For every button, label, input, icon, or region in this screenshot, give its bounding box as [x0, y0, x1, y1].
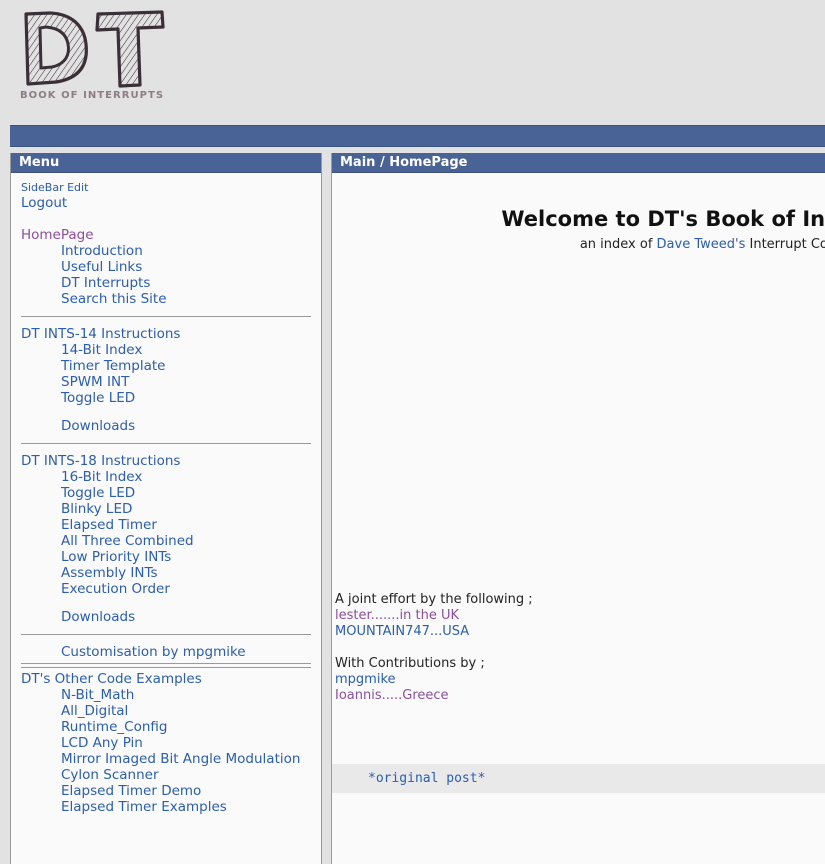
- credits-person-lester[interactable]: lester.......in the UK: [335, 608, 533, 624]
- sidebar-item-runtime-config[interactable]: Runtime_Config: [21, 719, 311, 735]
- sidebar-item-introduction[interactable]: Introduction: [21, 243, 311, 259]
- site-logo[interactable]: BOOK OF INTERRUPTS: [16, 6, 186, 110]
- sidebar-item-logout[interactable]: Logout: [21, 195, 311, 211]
- main-panel: Main / HomePage Welcome to DT's Book of …: [331, 153, 825, 864]
- sidebar-divider: [21, 634, 311, 635]
- credits-contrib-label: With Contributions by ;: [335, 656, 485, 671]
- sidebar-section-heading-ints18[interactable]: DT INTS-18 Instructions: [21, 453, 311, 469]
- sidebar-item-elapsed-timer[interactable]: Elapsed Timer: [21, 517, 311, 533]
- page-root: BOOK OF INTERRUPTS Menu SideBar Edit Log…: [0, 0, 825, 864]
- sidebar-item-mirror-imaged-bam[interactable]: Mirror Imaged Bit Angle Modulation: [21, 751, 311, 767]
- dt-logo-icon: [24, 10, 165, 88]
- body-columns: Menu SideBar Edit Logout HomePage Introd…: [0, 153, 825, 864]
- credits-person-ioannis[interactable]: Ioannis.....Greece: [335, 688, 533, 704]
- credits-block: A joint effort by the following ; lester…: [335, 592, 533, 704]
- logo-subtitle: BOOK OF INTERRUPTS: [20, 90, 165, 101]
- sidebar-item-blinky-led[interactable]: Blinky LED: [21, 501, 311, 517]
- sidebar-item-low-priority-ints[interactable]: Low Priority INTs: [21, 549, 311, 565]
- sidebar-item-timer-template[interactable]: Timer Template: [21, 358, 311, 374]
- sidebar-item-downloads-14[interactable]: Downloads: [21, 418, 311, 434]
- sidebar-item-spwm-int[interactable]: SPWM INT: [21, 374, 311, 390]
- sidebar-item-search-this-site[interactable]: Search this Site: [21, 291, 311, 307]
- main-content: Welcome to DT's Book of Interrupts an in…: [332, 207, 825, 864]
- sidebar-item-all-digital[interactable]: All_Digital: [21, 703, 311, 719]
- sidebar-title: Menu: [11, 153, 321, 173]
- sidebar-item-14-bit-index[interactable]: 14-Bit Index: [21, 342, 311, 358]
- sidebar-item-elapsed-timer-examples[interactable]: Elapsed Timer Examples: [21, 799, 311, 815]
- sidebar-section-heading-other-code-examples[interactable]: DT's Other Code Examples: [21, 671, 311, 687]
- breadcrumb: Main / HomePage: [332, 153, 825, 173]
- sidebar-item-16-bit-index[interactable]: 16-Bit Index: [21, 469, 311, 485]
- sidebar-item-toggle-led-14[interactable]: Toggle LED: [21, 390, 311, 406]
- sidebar-divider: [21, 316, 311, 317]
- page-title: Welcome to DT's Book of Interrupts: [501, 207, 825, 231]
- credits-person-mpgmike[interactable]: mpgmike: [335, 672, 533, 688]
- sidebar-item-assembly-ints[interactable]: Assembly INTs: [21, 565, 311, 581]
- sidebar-item-cylon-scanner[interactable]: Cylon Scanner: [21, 767, 311, 783]
- sidebar-item-toggle-led-18[interactable]: Toggle LED: [21, 485, 311, 501]
- credits-person-mountain747[interactable]: MOUNTAIN747...USA: [335, 624, 533, 640]
- subtitle-prefix: an index of: [579, 237, 657, 252]
- sidebar-item-n-bit-math[interactable]: N-Bit_Math: [21, 687, 311, 703]
- sidebar-divider: [21, 667, 311, 668]
- sidebar-item-execution-order[interactable]: Execution Order: [21, 581, 311, 597]
- sidebar-item-useful-links[interactable]: Useful Links: [21, 259, 311, 275]
- page-subtitle: an index of Dave Tweed's Interrupt Code: [332, 237, 825, 252]
- sidebar-item-downloads-18[interactable]: Downloads: [21, 609, 311, 625]
- credits-spacer: [335, 640, 533, 656]
- sidebar-item-sidebar-edit[interactable]: SideBar Edit: [21, 180, 311, 195]
- sidebar-item-all-three-combined[interactable]: All Three Combined: [21, 533, 311, 549]
- sidebar-item-elapsed-timer-demo[interactable]: Elapsed Timer Demo: [21, 783, 311, 799]
- credits-joint-label: A joint effort by the following ;: [335, 592, 533, 607]
- sidebar-section-heading-homepage[interactable]: HomePage: [21, 227, 311, 243]
- sidebar: Menu SideBar Edit Logout HomePage Introd…: [10, 153, 322, 864]
- sidebar-item-customisation-by-mpgmike[interactable]: Customisation by mpgmike: [21, 644, 311, 660]
- sidebar-item-dt-interrupts[interactable]: DT Interrupts: [21, 275, 311, 291]
- subtitle-author-link[interactable]: Dave Tweed's: [657, 237, 746, 252]
- sidebar-divider: [21, 443, 311, 444]
- site-header: BOOK OF INTERRUPTS: [0, 0, 825, 118]
- top-navigation-bar[interactable]: [10, 125, 825, 147]
- code-block-original-post[interactable]: *original post*: [332, 764, 825, 793]
- sidebar-divider: [21, 663, 311, 664]
- subtitle-suffix: Interrupt Code: [749, 237, 825, 252]
- sidebar-content: SideBar Edit Logout HomePage Introductio…: [11, 173, 321, 815]
- sidebar-section-heading-ints14[interactable]: DT INTS-14 Instructions: [21, 326, 311, 342]
- sidebar-item-lcd-any-pin[interactable]: LCD Any Pin: [21, 735, 311, 751]
